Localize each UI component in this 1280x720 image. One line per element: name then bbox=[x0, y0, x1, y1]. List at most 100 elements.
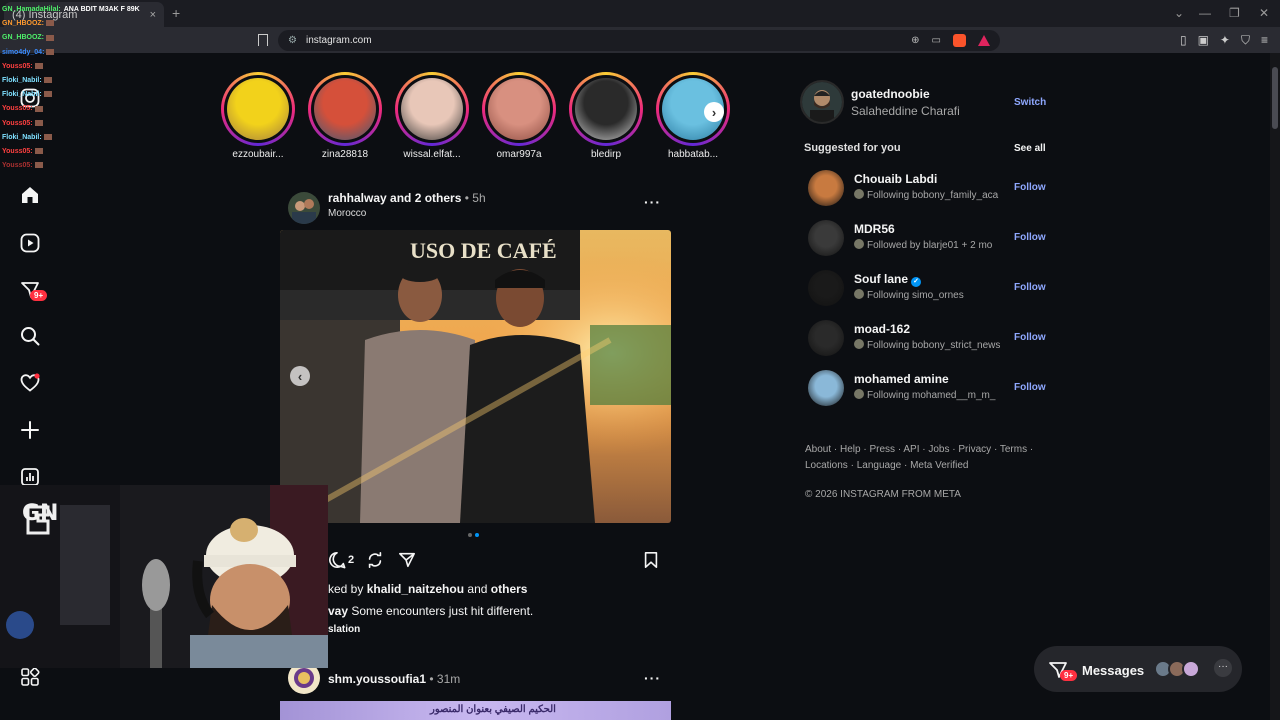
more-apps-icon[interactable] bbox=[20, 667, 40, 687]
suggestion-username[interactable]: Souf lane ✓ bbox=[854, 272, 922, 287]
scrollbar-thumb[interactable] bbox=[1272, 67, 1278, 129]
see-translation-link[interactable]: slation bbox=[328, 624, 360, 635]
create-icon[interactable] bbox=[20, 420, 40, 440]
save-icon[interactable] bbox=[642, 551, 660, 569]
menu-icon[interactable]: ≡ bbox=[1261, 33, 1268, 48]
leo-ai-icon[interactable]: ✦ bbox=[1220, 33, 1230, 48]
follow-button[interactable]: Follow bbox=[1014, 282, 1046, 293]
close-window-icon[interactable]: ✕ bbox=[1259, 6, 1269, 20]
follow-button[interactable]: Follow bbox=[1014, 382, 1046, 393]
suggestion-username-text[interactable]: MDR56 bbox=[854, 222, 895, 236]
messages-pill[interactable]: 9+ Messages ··· bbox=[1034, 646, 1242, 692]
story-username: zina28818 bbox=[321, 149, 369, 160]
chat-username: simo4dy_04: bbox=[2, 48, 45, 56]
heart-icon[interactable] bbox=[20, 373, 40, 393]
post-more-icon[interactable]: ··· bbox=[644, 194, 661, 210]
suggestion-username[interactable]: MDR56 bbox=[854, 222, 895, 236]
suggested-title: Suggested for you bbox=[804, 142, 901, 154]
suggestion-avatar[interactable] bbox=[808, 270, 844, 306]
footer-links-line2[interactable]: Locations · Language · Meta Verified bbox=[805, 458, 1035, 474]
post2-image[interactable]: الحكيم الصيفي بعنوان المنصور bbox=[280, 701, 671, 720]
suggestion-avatar[interactable] bbox=[808, 170, 844, 206]
maximize-icon[interactable]: ❐ bbox=[1229, 6, 1240, 20]
story-item[interactable]: wissal.elfat... bbox=[394, 72, 470, 160]
follow-button[interactable]: Follow bbox=[1014, 332, 1046, 343]
suggestion-context-text: Following bobony_strict_news bbox=[867, 340, 1001, 351]
post2-author[interactable]: shm.youssoufia1 • 31m bbox=[328, 672, 460, 686]
reels-icon[interactable] bbox=[20, 233, 40, 253]
story-item[interactable]: omar997a bbox=[481, 72, 557, 160]
verified-badge-icon: ✓ bbox=[911, 277, 922, 287]
post-avatar[interactable] bbox=[288, 192, 320, 224]
suggestion-username-text[interactable]: mohamed amine bbox=[854, 372, 949, 386]
share-icon[interactable] bbox=[398, 551, 416, 569]
carousel-prev-button[interactable]: ‹ bbox=[290, 366, 310, 386]
mutual-avatar-icon bbox=[854, 239, 864, 249]
story-item[interactable]: bledirp bbox=[568, 72, 644, 160]
suggestion-username[interactable]: mohamed amine bbox=[854, 372, 949, 386]
suggestion-avatar[interactable] bbox=[808, 370, 844, 406]
story-avatar bbox=[575, 78, 637, 140]
follow-button[interactable]: Follow bbox=[1014, 182, 1046, 193]
stories-tray: habbatab... bledirp omar997a wissal.elfat..… bbox=[220, 72, 740, 162]
messages-nav-icon[interactable]: 9+ bbox=[20, 280, 48, 301]
switch-account-link[interactable]: Switch bbox=[1014, 97, 1046, 108]
sidebar-icon[interactable]: ▯ bbox=[1180, 33, 1187, 48]
caption-username[interactable]: vay bbox=[328, 604, 348, 618]
post-collaborators[interactable]: and 2 others bbox=[390, 191, 461, 205]
wallet-icon[interactable]: ▣ bbox=[1198, 33, 1209, 48]
zoom-icon[interactable]: ⊕ bbox=[911, 35, 919, 46]
story-avatar bbox=[401, 78, 463, 140]
chat-emote-icon bbox=[46, 20, 54, 27]
chat-line: GN_HBOOZ: bbox=[2, 31, 202, 45]
liked-by-user[interactable]: khalid_naitzehou bbox=[367, 582, 464, 596]
comment-icon[interactable] bbox=[328, 551, 346, 569]
chat-emote-icon bbox=[34, 105, 43, 112]
brave-shields-icon[interactable] bbox=[953, 34, 966, 47]
suggestion-username-text[interactable]: Souf lane bbox=[854, 272, 908, 286]
story-item[interactable]: ezzoubair... bbox=[220, 72, 296, 160]
suggestion-avatar[interactable] bbox=[808, 320, 844, 356]
post-author[interactable]: rahhalway and 2 others • 5h bbox=[328, 191, 486, 205]
page-scrollbar[interactable] bbox=[1270, 53, 1280, 720]
stories-next-button[interactable]: › bbox=[704, 102, 724, 122]
story-username: wissal.elfat... bbox=[403, 149, 461, 160]
suggestion-username[interactable]: Chouaib Labdi bbox=[854, 172, 937, 186]
post-username[interactable]: rahhalway bbox=[328, 191, 387, 205]
footer-links-line1[interactable]: About · Help · Press · API · Jobs · Priv… bbox=[805, 442, 1035, 458]
suggestion-username[interactable]: moad-162 bbox=[854, 322, 910, 336]
suggestion-username-text[interactable]: moad-162 bbox=[854, 322, 910, 336]
minimize-icon[interactable]: — bbox=[1199, 6, 1211, 20]
cast-icon[interactable]: ▭ bbox=[932, 35, 941, 46]
chat-line: Floki_Nabil: bbox=[2, 88, 202, 102]
home-icon[interactable] bbox=[20, 185, 40, 205]
messages-badge: 9+ bbox=[1060, 670, 1078, 681]
vpn-icon[interactable]: ⛉ bbox=[1241, 33, 1250, 48]
suggestion-username-text[interactable]: Chouaib Labdi bbox=[854, 172, 937, 186]
search-icon[interactable] bbox=[20, 326, 40, 346]
see-all-link[interactable]: See all bbox=[1014, 143, 1046, 154]
current-username[interactable]: goatednoobie bbox=[851, 87, 930, 101]
post2-username[interactable]: shm.youssoufia1 bbox=[328, 672, 426, 686]
suggestion-avatar[interactable] bbox=[808, 220, 844, 256]
liked-by-others[interactable]: others bbox=[491, 582, 528, 596]
bookmark-icon[interactable] bbox=[258, 34, 268, 46]
messages-more-button[interactable]: ··· bbox=[1214, 659, 1232, 677]
repost-icon[interactable] bbox=[366, 551, 384, 569]
site-info-icon[interactable]: ⚙ bbox=[288, 35, 297, 46]
suggestion-context: Following bobony_family_aca bbox=[854, 189, 1004, 201]
url-bar[interactable]: ⚙ instagram.com ⊕ ▭ bbox=[278, 30, 1000, 51]
story-item[interactable]: zina28818 bbox=[307, 72, 383, 160]
chat-line: Floki_Nabil: bbox=[2, 131, 202, 145]
toolbar-right: ▯ ▣ ✦ ⛉ ≡ bbox=[1180, 33, 1268, 48]
insights-icon[interactable] bbox=[20, 467, 40, 487]
follow-button[interactable]: Follow bbox=[1014, 232, 1046, 243]
current-user-avatar[interactable] bbox=[800, 80, 844, 124]
post-image[interactable]: USO DE CAFÉ ‹ bbox=[280, 230, 671, 523]
post-location[interactable]: Morocco bbox=[328, 208, 366, 219]
brave-rewards-icon[interactable] bbox=[978, 35, 990, 46]
story-ring-inner bbox=[398, 75, 466, 143]
chat-emote-icon bbox=[34, 162, 43, 169]
post2-more-icon[interactable]: ··· bbox=[644, 670, 661, 686]
tab-search-icon[interactable]: ⌄ bbox=[1174, 6, 1184, 20]
